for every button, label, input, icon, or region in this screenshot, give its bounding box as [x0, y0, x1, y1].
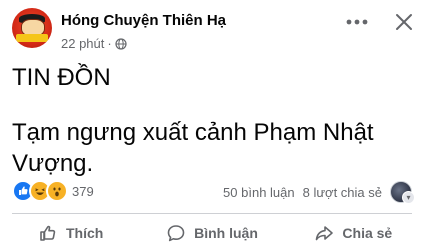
- page-avatar[interactable]: [12, 8, 52, 48]
- avatar-logo-band: [16, 34, 48, 42]
- comment-button-label: Bình luận: [194, 225, 258, 241]
- post-content: TIN ĐỒN Tạm ngưng xuất cảnh Phạm Nhật Vư…: [12, 62, 412, 179]
- post-content-body: Tạm ngưng xuất cảnh Phạm Nhật Vượng.: [12, 119, 374, 177]
- reaction-count: 379: [72, 183, 94, 199]
- share-arrow-icon: [316, 226, 334, 241]
- like-button[interactable]: Thích: [0, 218, 141, 248]
- chevron-down-icon: ▾: [402, 191, 415, 204]
- post-time[interactable]: 22 phút: [61, 36, 104, 51]
- facebook-post-card: Hóng Chuyện Thiên Hạ 22 phút · TIN ĐỒN T…: [0, 0, 424, 250]
- more-horizontal-icon[interactable]: [343, 10, 371, 34]
- comment-count[interactable]: 50 bình luận: [223, 185, 295, 200]
- post-author-name[interactable]: Hóng Chuyện Thiên Hạ: [61, 12, 226, 29]
- reactions-summary[interactable]: 379: [12, 180, 94, 202]
- engagement-counts: 50 bình luận 8 lượt chia sẻ ▾: [223, 181, 415, 204]
- post-stats: 379 50 bình luận 8 lượt chia sẻ ▾: [12, 180, 415, 204]
- wow-reaction-icon: [46, 180, 68, 202]
- comment-bubble-icon: [167, 225, 185, 242]
- meta-separator: ·: [107, 36, 112, 51]
- post-content-heading: TIN ĐỒN: [12, 64, 111, 91]
- action-divider: [12, 213, 412, 214]
- share-button-label: Chia sẻ: [342, 225, 393, 241]
- share-button[interactable]: Chia sẻ: [283, 218, 424, 248]
- post-actions: Thích Bình luận Chia sẻ: [0, 218, 424, 248]
- thumbs-up-icon: [40, 225, 56, 241]
- close-icon[interactable]: [392, 10, 416, 34]
- globe-icon[interactable]: [115, 37, 127, 50]
- comment-button[interactable]: Bình luận: [141, 218, 282, 248]
- like-button-label: Thích: [65, 225, 104, 241]
- viewer-avatar[interactable]: ▾: [390, 181, 415, 204]
- post-meta: 22 phút ·: [61, 36, 127, 51]
- share-count[interactable]: 8 lượt chia sẻ: [303, 185, 382, 200]
